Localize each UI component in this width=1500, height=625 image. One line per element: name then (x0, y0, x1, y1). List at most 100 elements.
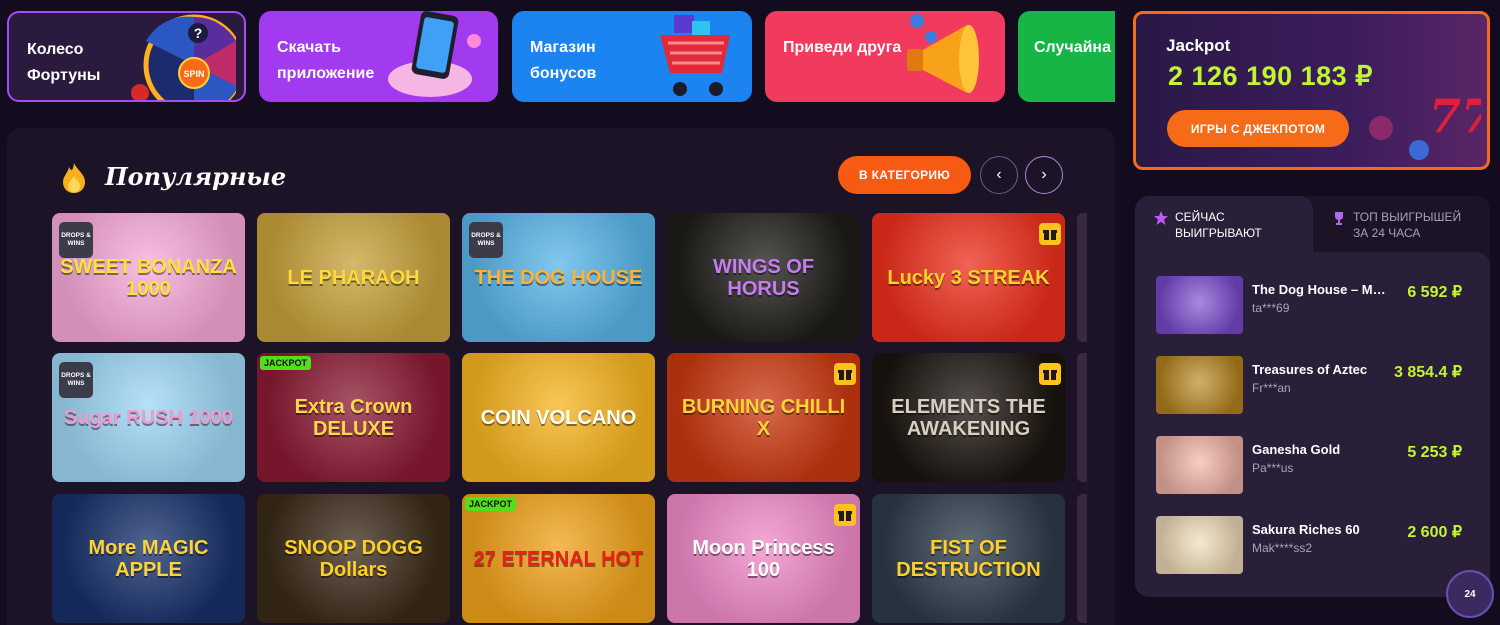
game-title: BURNING CHILLI X (681, 395, 846, 440)
winner-row[interactable]: Ganesha Gold Pa***us 5 253 ₽ (1156, 436, 1476, 496)
popular-games-panel: Популярные В КАТЕГОРИЮ ‹ › SWEET BONANZA… (7, 128, 1115, 625)
jackpot-games-button[interactable]: ИГРЫ С ДЖЕКПОТОМ (1167, 110, 1349, 147)
prev-arrow-button[interactable]: ‹ (980, 156, 1018, 194)
tab-winning-now[interactable]: СЕЙЧАС ВЫИГРЫВАЮТ (1135, 196, 1313, 252)
winner-game-name: Treasures of Aztec (1252, 362, 1368, 377)
star-icon (1154, 211, 1168, 225)
gift-icon (1039, 363, 1061, 385)
game-tile[interactable]: Lucky 3 STREAK (872, 213, 1065, 342)
promo-random-game[interactable]: Случайна игра (1018, 11, 1115, 102)
game-tile[interactable]: More MAGIC APPLE (52, 494, 245, 623)
game-tile[interactable]: ELEMENTS THE AWAKENING (872, 353, 1065, 482)
game-title: SWEET BONANZA 1000 (60, 255, 237, 300)
game-tile[interactable]: THE DOG HOUSE DROPS & WINS (462, 213, 655, 342)
game-title: More MAGIC APPLE (88, 536, 209, 581)
gift-icon (834, 363, 856, 385)
promo-label: Случайна игра (1034, 39, 1115, 56)
game-title: Moon Princess 100 (692, 536, 835, 581)
winner-username: ta***69 (1252, 301, 1290, 315)
winner-amount: 2 600 ₽ (1407, 524, 1462, 541)
game-title: 27 ETERNAL HOT (473, 547, 644, 570)
jackpot-amount: 2 126 190 183 ₽ (1168, 61, 1373, 91)
game-title: COIN VOLCANO (480, 406, 637, 429)
jackpot-card: Jackpot 2 126 190 183 ₽ ИГРЫ С ДЖЕКПОТОМ… (1133, 11, 1490, 170)
winners-list: The Dog House – Muttley Crew ta***69 6 592… (1135, 252, 1490, 597)
phone-app-icon (388, 11, 481, 97)
game-thumbnail[interactable] (1156, 356, 1243, 414)
jackpot-label: Jackpot (1166, 36, 1231, 55)
promo-invite-friend[interactable]: Приведи друга (765, 11, 1005, 102)
fire-icon (63, 163, 85, 193)
next-tile-peek[interactable] (1077, 494, 1087, 623)
winner-game-name: Ganesha Gold (1252, 442, 1341, 457)
winner-username: Fr***an (1252, 381, 1291, 395)
chevron-left-icon: ‹ (996, 166, 1002, 183)
slot-sevens-icon: 77 (1369, 89, 1481, 160)
game-title: THE DOG HOUSE (474, 266, 643, 289)
game-tile[interactable]: Extra Crown DELUXE JACKPOT (257, 353, 450, 482)
game-tile[interactable]: LE PHARAOH (257, 213, 450, 342)
promo-bonus-shop[interactable]: Магазин бонусов (512, 11, 752, 102)
trophy-icon (1335, 212, 1343, 225)
winner-row[interactable]: Treasures of Aztec Fr***an 3 854.4 ₽ (1156, 356, 1476, 416)
game-thumbnail[interactable] (1156, 276, 1243, 334)
chevron-right-icon: › (1041, 166, 1047, 183)
support-24-icon: 24 (1464, 588, 1476, 600)
promo-download-app[interactable]: Скачать приложение (259, 11, 498, 102)
game-title: LE PHARAOH (287, 266, 420, 289)
winner-game-name: The Dog House – Muttley Crew (1252, 282, 1387, 297)
jackpot-badge: JACKPOT (260, 356, 312, 370)
winner-amount: 5 253 ₽ (1407, 444, 1462, 461)
game-tile[interactable]: Moon Princess 100 (667, 494, 860, 623)
game-title: WINGS OF HORUS (712, 255, 815, 300)
game-tile[interactable]: BURNING CHILLI X (667, 353, 860, 482)
game-tile[interactable]: WINGS OF HORUS (667, 213, 860, 342)
game-tile[interactable]: COIN VOLCANO (462, 353, 655, 482)
promo-fortune-wheel[interactable]: Колесо Фортуны ? SPIN (7, 11, 246, 102)
promo-label: Приведи друга (783, 39, 902, 56)
drops-wins-badge: DROPS & WINS (59, 362, 93, 398)
winner-row[interactable]: The Dog House – Muttley Crew ta***69 6 592… (1156, 276, 1476, 336)
svg-text:SPIN: SPIN (183, 69, 204, 79)
tab-label: ТОП ВЫИГРЫШЕЙ ЗА 24 ЧАСА (1353, 210, 1462, 240)
winners-panel: The Dog House – Muttley Crew ta***69 6 592… (1135, 196, 1490, 597)
shopping-cart-icon (660, 15, 730, 96)
gift-icon (1039, 223, 1061, 245)
game-thumbnail[interactable] (1156, 516, 1243, 574)
game-thumbnail[interactable] (1156, 436, 1243, 494)
megaphone-icon (907, 14, 979, 93)
to-category-button[interactable]: В КАТЕГОРИЮ (838, 156, 971, 194)
game-tile[interactable]: SNOOP DOGG Dollars (257, 494, 450, 623)
next-tile-peek[interactable] (1077, 213, 1087, 342)
drops-wins-badge: DROPS & WINS (59, 222, 93, 258)
support-chat-button[interactable]: 24 (1446, 570, 1494, 618)
next-arrow-button[interactable]: › (1025, 156, 1063, 194)
tab-label: СЕЙЧАС ВЫИГРЫВАЮТ (1175, 210, 1262, 240)
game-tile[interactable]: Sugar RUSH 1000 DROPS & WINS (52, 353, 245, 482)
winner-game-name: Sakura Riches 60 (1252, 522, 1360, 537)
game-title: SNOOP DOGG Dollars (284, 536, 423, 581)
jackpot-badge: JACKPOT (465, 497, 517, 511)
game-title: Lucky 3 STREAK (887, 266, 1050, 289)
game-tile[interactable]: SWEET BONANZA 1000 DROPS & WINS (52, 213, 245, 342)
winner-amount: 6 592 ₽ (1407, 284, 1462, 301)
game-tile[interactable]: 27 ETERNAL HOT JACKPOT (462, 494, 655, 623)
section-title: Популярные (105, 162, 287, 191)
promo-label: Магазин бонусов (530, 39, 597, 82)
game-tile[interactable]: FIST OF DESTRUCTION (872, 494, 1065, 623)
svg-text:77: 77 (1429, 89, 1481, 143)
winner-username: Mak****ss2 (1252, 541, 1313, 555)
promo-label: Скачать приложение (277, 39, 375, 82)
svg-text:?: ? (194, 25, 203, 41)
fortune-wheel-icon: ? SPIN (131, 14, 236, 100)
winner-username: Pa***us (1252, 461, 1294, 475)
game-title: Sugar RUSH 1000 (64, 406, 233, 429)
drops-wins-badge: DROPS & WINS (469, 222, 503, 258)
winner-row[interactable]: Sakura Riches 60 Mak****ss2 2 600 ₽ (1156, 516, 1476, 576)
next-tile-peek[interactable] (1077, 353, 1087, 482)
game-title: FIST OF DESTRUCTION (896, 536, 1041, 581)
gift-icon (834, 504, 856, 526)
winner-amount: 3 854.4 ₽ (1393, 364, 1462, 381)
game-title: ELEMENTS THE AWAKENING (891, 395, 1046, 440)
tab-top-wins[interactable]: ТОП ВЫИГРЫШЕЙ ЗА 24 ЧАСА (1313, 196, 1490, 252)
